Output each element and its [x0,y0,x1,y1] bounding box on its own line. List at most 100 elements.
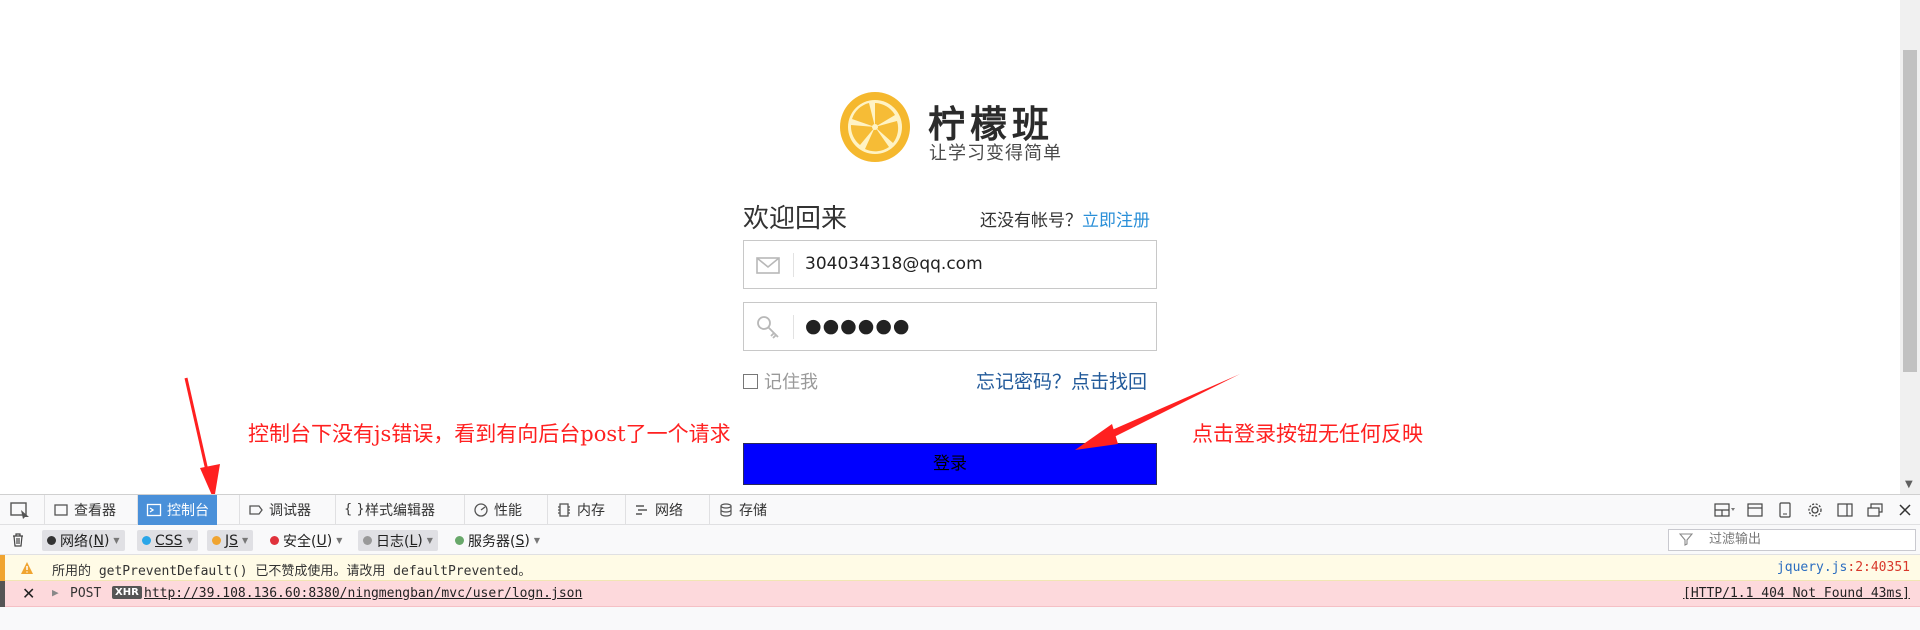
chevron-down-icon: ▼ [186,536,193,545]
register-link[interactable]: 立即注册 [1082,211,1150,231]
dock-side-icon[interactable] [1830,495,1860,525]
password-field[interactable]: ●●●●●● [743,302,1157,351]
tab-debugger[interactable]: 调试器 [239,495,319,525]
responsive-design-icon[interactable] [1770,495,1800,525]
filter-key: L [409,532,418,549]
inspector-icon [54,504,68,516]
warning-source-link[interactable]: jquery.js:2:40351 [1777,560,1910,575]
scroll-down-arrow-icon[interactable]: ▼ [1905,480,1913,490]
remember-me[interactable]: 记住我 [743,368,818,394]
devtools-panel: 查看器 控制台 调试器 { } 样式编辑器 性能 内存 网络 存储 网络(N … [0,494,1920,630]
field-separator [793,253,794,277]
request-method: POST [70,586,102,601]
chevron-down-icon: ▼ [242,536,249,545]
filter-label: JS [225,532,239,549]
chevron-down-icon: ▼ [113,536,120,545]
filter-label: CSS [155,532,183,549]
filter-placeholder: 过滤输出 [1709,532,1762,547]
no-account-text: 还没有帐号？ [980,211,1082,231]
close-devtools-icon[interactable] [1890,495,1920,525]
expand-triangle-icon[interactable]: ▶ [52,586,59,599]
network-icon [636,505,647,515]
filter-label: 网络( [60,533,94,550]
warning-stripe [0,555,5,581]
settings-gear-icon[interactable] [1800,495,1830,525]
filter-logging-button[interactable]: 日志(L) ▼ [358,530,438,551]
filter-js-button[interactable]: JS ▼ [207,530,254,551]
tab-label: 存储 [739,503,767,519]
lemon-logo [840,92,910,162]
braces-icon: { } [344,502,365,517]
tab-label: 调试器 [269,503,311,519]
source-file: jquery.js [1776,560,1848,575]
scrollbar-thumb[interactable] [1903,50,1917,372]
filter-paren: ) [103,532,110,549]
tab-memory[interactable]: 内存 [547,495,613,525]
tab-label: 内存 [577,503,605,519]
debugger-icon [249,505,263,515]
tab-label: 控制台 [167,503,209,519]
email-field[interactable]: 304034318@qq.com [743,240,1157,289]
tab-console[interactable]: 控制台 [137,495,217,525]
chevron-down-icon: ▼ [426,536,433,545]
page-scrollbar[interactable]: ▼ [1900,0,1920,494]
tab-network[interactable]: 网络 [625,495,691,525]
undock-window-icon[interactable] [1860,495,1890,525]
filter-label: 服务器( [468,533,516,550]
element-picker-icon[interactable] [8,500,32,520]
console-filter-bar: 网络(N) ▼ CSS ▼ JS ▼ 安全(U) ▼ 日志(L) ▼ 服务… [0,525,1920,555]
remember-label: 记住我 [764,372,818,393]
remember-checkbox[interactable] [743,373,758,389]
filter-paren: ) [524,532,530,549]
login-button[interactable]: 登录 [743,443,1157,485]
console-warning-row[interactable]: 所用的 getPreventDefault() 已不赞成使用。请改用 defau… [0,555,1920,581]
filter-key: N [93,532,104,549]
server-dot-icon [455,536,464,545]
source-location: :2:40351 [1847,560,1910,575]
request-url-link[interactable]: http://39.108.136.60:8380/ningmengban/mv… [144,586,582,601]
trash-icon[interactable] [10,532,26,548]
console-icon [146,503,162,517]
net-dot-icon [47,536,56,545]
css-dot-icon [142,536,151,545]
filter-css-button[interactable]: CSS ▼ [137,530,198,551]
security-dot-icon [270,536,279,545]
tab-storage[interactable]: 存储 [709,495,775,525]
password-value: ●●●●●● [805,315,911,337]
xhr-badge: XHR [112,586,142,599]
forgot-password-link[interactable]: 忘记密码？点击找回 [976,367,1147,394]
filter-label: 日志( [376,533,410,550]
chevron-down-icon: ▼ [533,536,540,545]
filter-security-button[interactable]: 安全(U) ▼ [265,530,347,551]
dock-options-icon[interactable] [1710,495,1740,525]
filter-server-button[interactable]: 服务器(S) ▼ [450,530,545,551]
browser-window: 柠檬班 让学习变得简单 欢迎回来 还没有帐号？立即注册 304034318@qq… [0,0,1920,630]
filter-paren: ) [417,532,423,549]
tab-label: 网络 [655,503,683,519]
email-value: 304034318@qq.com [805,254,983,274]
tab-inspector[interactable]: 查看器 [44,495,124,525]
tab-style-editor[interactable]: { } 样式编辑器 [335,495,443,525]
key-icon [757,316,779,339]
devtools-right-controls [1710,495,1920,525]
console-error-row[interactable]: ✕ ▶ POST XHR http://39.108.136.60:8380/n… [0,581,1920,607]
filter-key: S [515,532,525,549]
logging-dot-icon [363,536,372,545]
filter-label: 安全( [283,533,317,550]
tab-label: 样式编辑器 [365,503,435,519]
js-dot-icon [212,536,221,545]
tab-performance[interactable]: 性能 [464,495,530,525]
split-console-icon[interactable] [1740,495,1770,525]
tab-label: 查看器 [74,503,116,519]
filter-paren: ) [326,532,333,549]
request-status-link[interactable]: [HTTP/1.1 404 Not Found 43ms] [1683,586,1910,601]
brand-slogan: 让学习变得简单 [929,143,1062,164]
welcome-heading: 欢迎回来 [743,204,848,234]
devtools-toolbar: 查看器 控制台 调试器 { } 样式编辑器 性能 内存 网络 存储 [0,495,1920,525]
chevron-down-icon: ▼ [336,536,343,545]
filter-net-button[interactable]: 网络(N) ▼ [42,530,125,551]
page-viewport: 柠檬班 让学习变得简单 欢迎回来 还没有帐号？立即注册 304034318@qq… [0,0,1920,494]
annotation-right: 点击登录按钮无任何反映 [1192,422,1423,446]
filter-output-input[interactable]: 过滤输出 [1668,529,1916,551]
memory-icon [558,503,570,517]
